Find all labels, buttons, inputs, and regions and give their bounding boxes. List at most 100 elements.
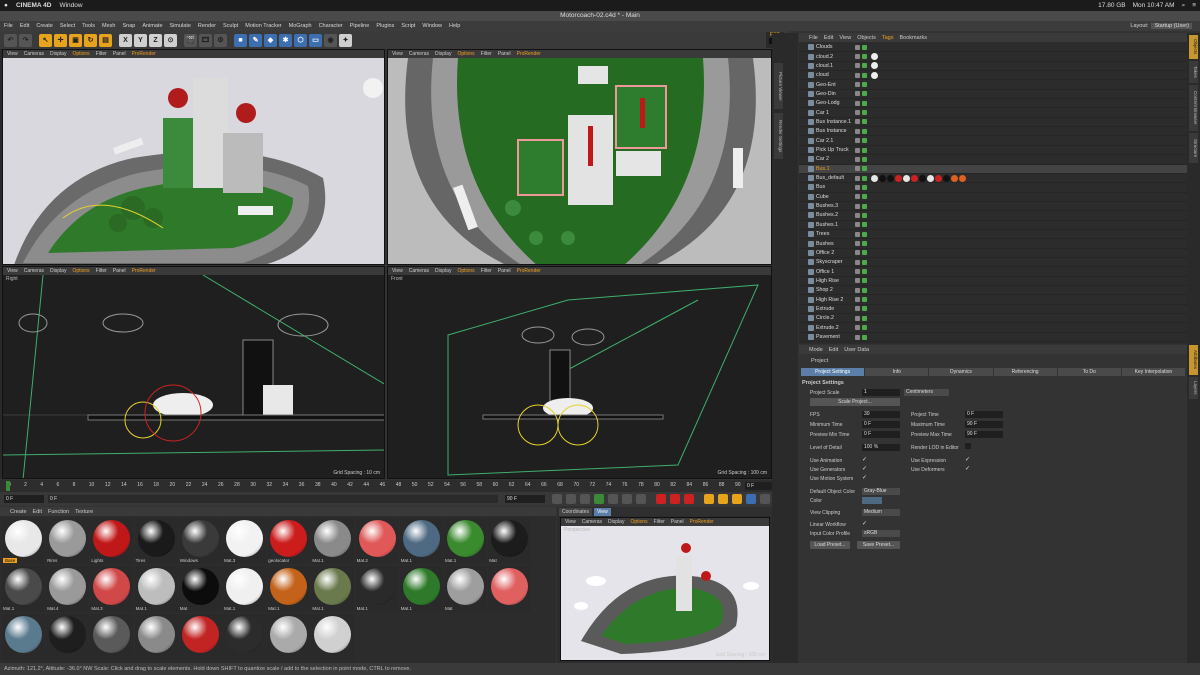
viewport-front[interactable]: View Cameras Display Options Filter Pane…: [387, 266, 772, 479]
search-icon[interactable]: ⌕: [1182, 2, 1186, 10]
object-name[interactable]: High Rise: [816, 278, 839, 284]
vp-menu-filter[interactable]: Filter: [654, 519, 665, 525]
vp-menu-filter[interactable]: Filter: [481, 51, 492, 57]
key-param-icon[interactable]: [746, 494, 756, 504]
visibility-dot-icon[interactable]: [862, 184, 867, 190]
preview-min-time-field[interactable]: 0 F: [862, 431, 900, 438]
rotate-tool-icon[interactable]: ↻: [84, 33, 97, 47]
frame-range-slider[interactable]: 0 F: [48, 495, 498, 503]
menu-icon[interactable]: ≡: [1192, 2, 1196, 10]
menu-mesh[interactable]: Mesh: [102, 23, 115, 29]
tab-view[interactable]: View: [593, 507, 611, 516]
visibility-dot-icon[interactable]: [862, 231, 867, 237]
visibility-flags[interactable]: [855, 63, 867, 69]
vp-menu-prorender[interactable]: ProRender: [132, 268, 156, 274]
material-swatch[interactable]: Windows: [178, 518, 222, 564]
visibility-flags[interactable]: [855, 269, 867, 275]
visibility-dot-icon[interactable]: [855, 334, 860, 340]
material-swatch[interactable]: [488, 566, 532, 612]
obj-menu-file[interactable]: File: [809, 35, 818, 41]
object-name[interactable]: Car 1: [816, 110, 829, 116]
menu-tools[interactable]: Tools: [82, 23, 95, 29]
menu-script[interactable]: Script: [401, 23, 415, 29]
tab-structure[interactable]: Structure: [1189, 133, 1198, 163]
maximum-time-field[interactable]: 90 F: [965, 421, 1003, 428]
material-swatch[interactable]: Mat: [488, 518, 532, 564]
object-name[interactable]: cloud.1: [816, 63, 833, 69]
visibility-flags[interactable]: [855, 156, 867, 162]
material-swatch[interactable]: Mat.1: [223, 566, 266, 612]
minimum-time-field[interactable]: 0 F: [862, 421, 900, 428]
menu-render[interactable]: Render: [198, 23, 216, 29]
material-tag-icon[interactable]: [903, 174, 910, 182]
visibility-dot-icon[interactable]: [855, 212, 860, 218]
window-menu[interactable]: Window: [59, 2, 82, 9]
material-swatch[interactable]: Lights: [90, 518, 134, 564]
visibility-dot-icon[interactable]: [862, 72, 867, 78]
material-swatch[interactable]: Mat.1: [355, 566, 399, 612]
object-name[interactable]: Office 2: [816, 250, 834, 256]
material-tag-icon[interactable]: [927, 174, 934, 182]
visibility-dot-icon[interactable]: [855, 325, 860, 331]
object-row[interactable]: Bus_default: [799, 174, 1187, 184]
obj-menu-bookmarks[interactable]: Bookmarks: [899, 35, 927, 41]
use-motion-system-checkbox[interactable]: ✓: [862, 474, 867, 481]
material-swatch[interactable]: Mat.1: [267, 566, 311, 612]
object-name[interactable]: Trees: [816, 231, 829, 237]
material-swatch[interactable]: Mat: [178, 566, 222, 612]
linear-workflow-checkbox[interactable]: ✓: [862, 520, 867, 527]
y-axis-button[interactable]: Y: [134, 33, 147, 47]
vp-menu-prorender[interactable]: ProRender: [690, 519, 714, 525]
material-tag-icon[interactable]: [919, 174, 926, 182]
vp-menu-view[interactable]: View: [565, 519, 576, 525]
visibility-dot-icon[interactable]: [862, 44, 867, 50]
vp-menu-prorender[interactable]: ProRender: [517, 268, 541, 274]
material-swatch[interactable]: Mat.2: [355, 518, 399, 564]
vp-menu-cameras[interactable]: Cameras: [409, 51, 429, 57]
object-row[interactable]: Bushes.3: [799, 202, 1187, 212]
visibility-flags[interactable]: [855, 231, 867, 237]
material-tag-icon[interactable]: [959, 174, 966, 182]
object-row[interactable]: High Rise 2: [799, 295, 1187, 305]
material-tag-icon[interactable]: [943, 174, 950, 182]
obj-menu-tags[interactable]: Tags: [882, 35, 894, 41]
visibility-flags[interactable]: [855, 259, 867, 265]
visibility-flags[interactable]: [855, 119, 867, 125]
material-swatch[interactable]: Mat: [444, 566, 487, 612]
object-row[interactable]: cloud.1: [799, 62, 1187, 72]
vp-menu-view[interactable]: View: [392, 268, 403, 274]
apple-icon[interactable]: ●: [4, 2, 8, 9]
menu-sculpt[interactable]: Sculpt: [223, 23, 238, 29]
visibility-dot-icon[interactable]: [862, 100, 867, 106]
object-row[interactable]: Extrude.2: [799, 324, 1187, 333]
layout-dropdown[interactable]: Startup (User): [1151, 23, 1192, 29]
previous-key-icon[interactable]: [566, 494, 576, 504]
material-swatch[interactable]: [134, 614, 178, 660]
redo-icon[interactable]: ↷: [19, 33, 32, 47]
move-tool-icon[interactable]: ✛: [54, 33, 67, 47]
end-frame-field[interactable]: 90 F: [505, 495, 545, 503]
vp-menu-display[interactable]: Display: [435, 268, 451, 274]
material-tag-icon[interactable]: [879, 174, 886, 182]
visibility-dot-icon[interactable]: [855, 82, 860, 88]
object-name[interactable]: Bus.1: [816, 166, 830, 172]
visibility-dot-icon[interactable]: [862, 334, 867, 340]
keyframe-selection-icon[interactable]: [684, 494, 694, 504]
material-tag-icon[interactable]: [911, 174, 918, 182]
visibility-dot-icon[interactable]: [855, 194, 860, 200]
object-name[interactable]: Geo-Lodg: [816, 100, 840, 106]
visibility-dot-icon[interactable]: [862, 212, 867, 218]
visibility-dot-icon[interactable]: [855, 250, 860, 256]
visibility-flags[interactable]: [855, 222, 867, 228]
save-preset-button[interactable]: Save Preset...: [857, 541, 900, 549]
vp-menu-filter[interactable]: Filter: [481, 268, 492, 274]
object-name[interactable]: cloud.2: [816, 54, 833, 60]
object-row[interactable]: Geo-Lodg: [799, 99, 1187, 109]
tab-picture-viewer[interactable]: Picture Viewer: [774, 63, 783, 109]
scale-project-button[interactable]: Scale Project...: [810, 398, 900, 406]
record-icon[interactable]: [656, 494, 666, 504]
obj-menu-view[interactable]: View: [839, 35, 851, 41]
tab-objects[interactable]: Objects: [1189, 35, 1198, 59]
visibility-dot-icon[interactable]: [855, 44, 860, 50]
visibility-flags[interactable]: [855, 325, 867, 331]
